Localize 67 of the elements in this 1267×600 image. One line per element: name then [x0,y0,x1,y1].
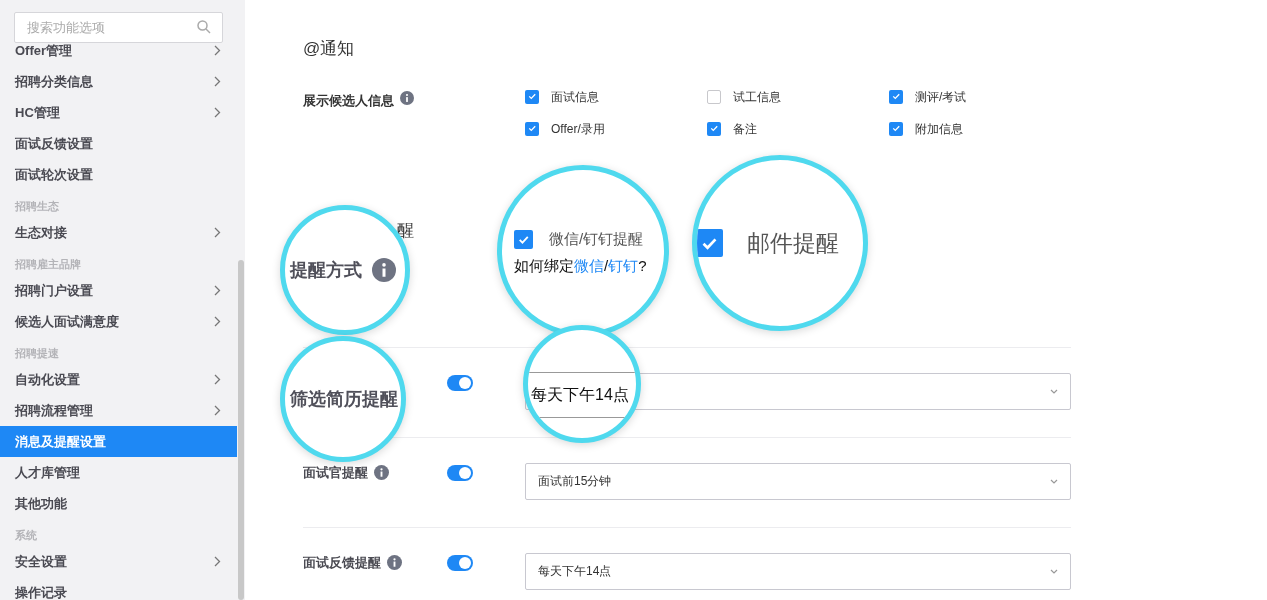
checkbox[interactable] [525,89,539,104]
sidebar-item[interactable]: 安全设置 [0,546,237,577]
scrollbar-thumb[interactable] [238,260,244,600]
select-field[interactable]: 每天下午14点 [525,552,1071,590]
check-icon [891,92,901,101]
toggle-switch[interactable] [447,374,473,391]
info-icon[interactable] [387,555,402,570]
option-label: 测评/考试 [915,88,967,106]
search-icon [197,20,211,34]
checkbox[interactable] [707,89,721,104]
sidebar-item[interactable]: 自动化设置 [0,364,237,395]
group-heading: 招聘生态 [14,199,60,214]
checkbox[interactable] [889,89,903,104]
option-label: 微信/钉钉提醒 [549,229,644,249]
sidebar-item[interactable]: HC管理 [0,97,237,128]
toggle-switch[interactable] [447,464,473,481]
caret-icon [1050,388,1058,394]
option-label: 试工信息 [733,88,781,106]
sidebar-item[interactable]: 招聘分类信息 [0,66,237,97]
sidebar-item[interactable]: 操作记录 [0,577,237,600]
sidebar-item[interactable]: 生态对接 [0,217,237,248]
field-label: 展示候选人信息 [303,91,394,110]
group-heading: 系统 [14,528,38,543]
check-icon [709,124,719,133]
option-label: Offer/录用 [551,120,605,138]
help-text: 如何绑定 [514,255,574,276]
link[interactable]: 钉钉 [608,254,639,277]
help-text: / [604,255,609,276]
section-title: @通知 [303,38,356,60]
sidebar-item[interactable]: 候选人面试满意度 [0,306,237,337]
group-heading: 招聘雇主品牌 [14,257,82,272]
checkbox[interactable] [525,121,539,136]
option-label: 附加信息 [915,120,963,138]
sidebar-item[interactable]: 面试轮次设置 [0,159,237,190]
sidebar-item[interactable]: 招聘流程管理 [0,395,237,426]
info-icon[interactable] [374,465,389,480]
info-icon[interactable] [372,258,396,282]
group-heading: 招聘提速 [14,346,60,361]
sidebar-item[interactable]: Offer管理 [0,44,237,66]
check-icon [891,124,901,133]
search-field[interactable]: 搜索功能选项 [14,12,223,43]
checkbox[interactable] [697,229,723,257]
info-icon[interactable] [400,90,414,105]
field-label: 筛选简历提醒 [290,387,398,411]
field-label: 面试官提醒 [303,463,368,482]
sidebar-item[interactable]: 其他功能 [0,488,237,519]
select-field[interactable]: 每天下午14点 [528,372,636,418]
field-label: 提醒方式 [290,258,362,282]
toggle-switch[interactable] [447,554,473,571]
option-label: 备注 [733,120,757,138]
sidebar-item[interactable]: 人才库管理 [0,457,237,488]
caret-icon [1050,478,1058,484]
sidebar-item[interactable]: 消息及提醒设置 [0,426,237,457]
sidebar-item[interactable]: 面试反馈设置 [0,128,237,159]
select-field[interactable]: 面试前15分钟 [525,462,1071,500]
option-label: 面试信息 [551,88,599,106]
sidebar-item[interactable]: 招聘门户设置 [0,275,237,306]
option-label: 邮件提醒 [747,228,839,258]
link[interactable]: 微信 [574,254,604,277]
field-label: 面试反馈提醒 [303,553,381,572]
checkbox[interactable] [514,229,533,249]
checkbox[interactable] [889,121,903,136]
check-icon [527,124,537,133]
caret-icon [1050,568,1058,574]
help-text: ? [638,255,647,276]
checkbox[interactable] [707,121,721,136]
check-icon [527,92,537,101]
